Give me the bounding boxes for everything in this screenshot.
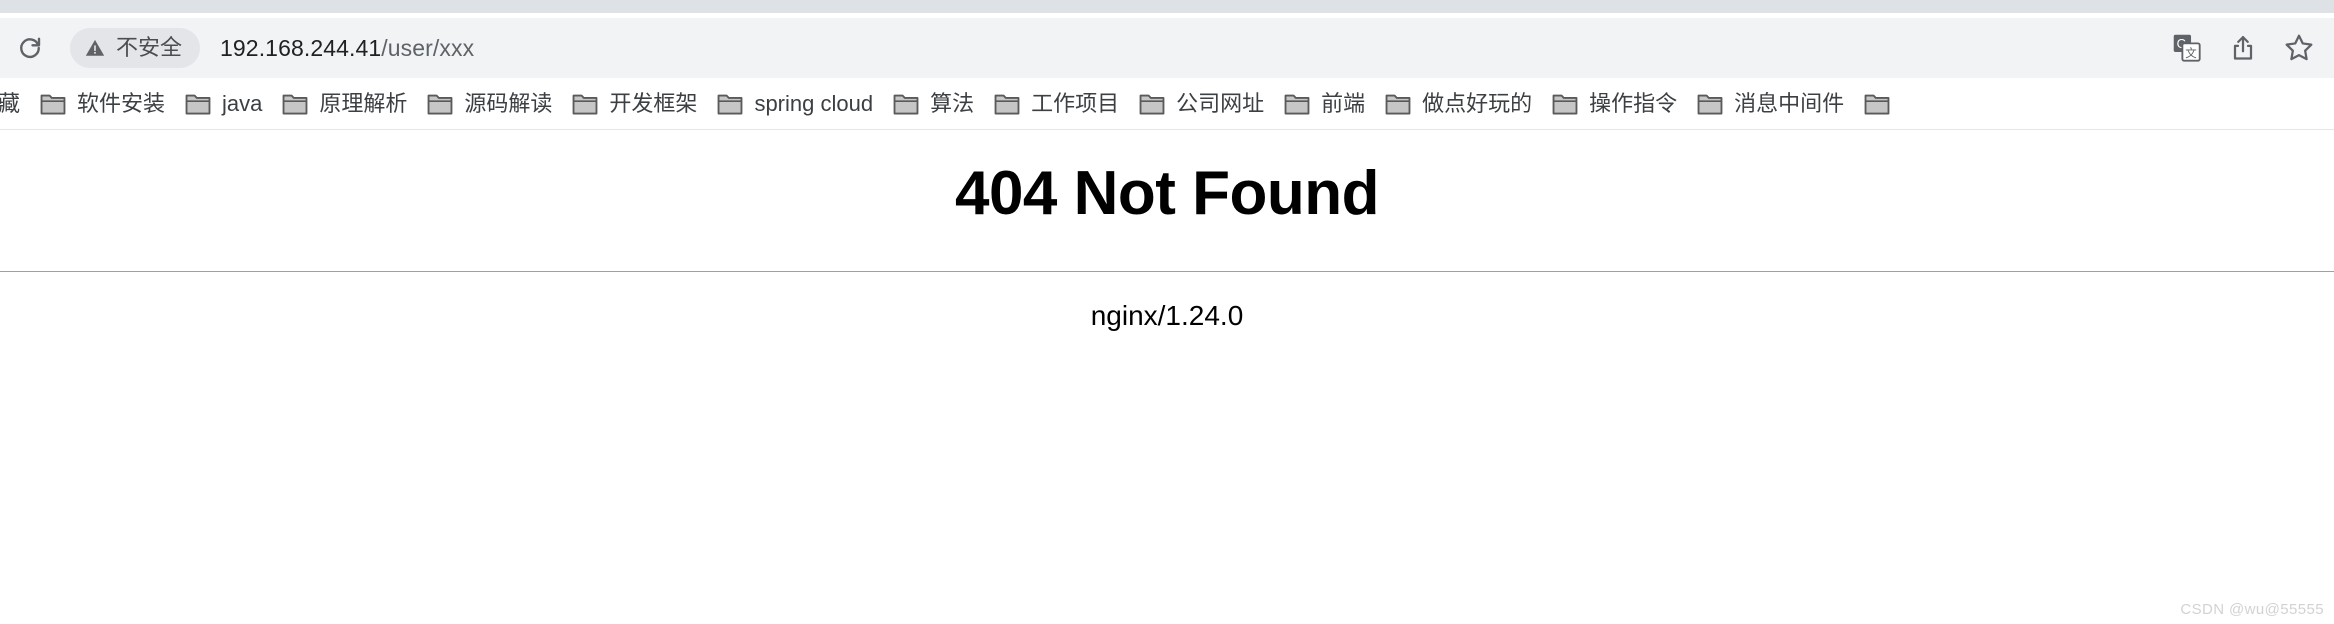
warning-triangle-icon bbox=[84, 37, 106, 59]
folder-icon bbox=[994, 94, 1020, 114]
url-host: 192.168.244.41 bbox=[220, 34, 382, 61]
bookmark-folder-item[interactable]: 源码解读 bbox=[417, 84, 562, 124]
folder-icon bbox=[1552, 94, 1578, 114]
page-title: 404 Not Found bbox=[954, 159, 1380, 228]
page-content: 404 Not Found nginx/1.24.0 CSDN @wu@5555… bbox=[0, 130, 2334, 624]
bookmark-star-icon bbox=[2283, 32, 2315, 64]
bookmark-label: 做点好玩的 bbox=[1422, 90, 1533, 116]
bookmarks-bar: 藏 软件安装 java 原理解析 源码解读 开发框架 spring cloud 算法 工作项目 公… bbox=[0, 78, 2334, 130]
bookmark-label: 软件安装 bbox=[77, 90, 166, 116]
bookmark-folder-item[interactable]: 操作指令 bbox=[1542, 84, 1687, 124]
svg-text:文: 文 bbox=[2185, 46, 2197, 60]
bookmark-folder-item[interactable]: 软件安装 bbox=[30, 84, 175, 124]
share-icon bbox=[2228, 33, 2258, 63]
bookmark-label: 算法 bbox=[930, 90, 975, 116]
browser-toolbar: 不安全 192.168.244.41/user/xxx G 文 bbox=[0, 18, 2334, 78]
folder-icon bbox=[573, 94, 598, 114]
url-display[interactable]: 192.168.244.41/user/xxx bbox=[220, 35, 474, 62]
bookmark-label: spring cloud bbox=[754, 90, 874, 116]
bookmark-folder-item[interactable]: spring cloud bbox=[707, 84, 883, 124]
url-path: /user/xxx bbox=[381, 34, 475, 61]
bookmark-folder-item[interactable]: 藏 bbox=[0, 84, 30, 124]
folder-icon bbox=[718, 94, 743, 114]
bookmark-label: 源码解读 bbox=[464, 90, 553, 116]
server-signature: nginx/1.24.0 bbox=[1090, 300, 1244, 331]
translate-button[interactable]: G 文 bbox=[2168, 29, 2206, 67]
folder-icon bbox=[428, 94, 453, 114]
bookmark-folder-item[interactable]: 做点好玩的 bbox=[1375, 84, 1542, 124]
folder-icon bbox=[1139, 94, 1165, 114]
bookmark-folder-item[interactable]: 前端 bbox=[1274, 84, 1375, 124]
security-status-label: 不安全 bbox=[116, 35, 183, 60]
bookmark-folder-item[interactable]: 开发框架 bbox=[562, 84, 707, 124]
folder-icon bbox=[282, 94, 308, 114]
reload-icon bbox=[15, 33, 45, 63]
bookmark-label: 开发框架 bbox=[609, 90, 698, 116]
bookmark-label: 公司网址 bbox=[1176, 90, 1265, 116]
translate-icon: G 文 bbox=[2172, 33, 2202, 63]
reload-button[interactable] bbox=[2, 24, 58, 72]
folder-icon bbox=[893, 94, 919, 114]
bookmark-label: java bbox=[222, 90, 263, 116]
bookmark-folder-item[interactable]: 消息中间件 bbox=[1687, 84, 1854, 124]
bookmark-folder-item[interactable]: java bbox=[175, 84, 272, 124]
folder-icon bbox=[1864, 94, 1890, 114]
bookmark-folder-item[interactable]: 原理解析 bbox=[272, 84, 417, 124]
bookmark-label: 前端 bbox=[1321, 90, 1366, 116]
folder-icon bbox=[40, 94, 66, 114]
bookmark-label: 工作项目 bbox=[1031, 90, 1120, 116]
folder-icon bbox=[1284, 94, 1310, 114]
bookmark-folder-item[interactable]: 公司网址 bbox=[1129, 84, 1274, 124]
bookmark-folder-item[interactable]: 工作项目 bbox=[984, 84, 1129, 124]
share-button[interactable] bbox=[2224, 29, 2262, 67]
folder-icon bbox=[1385, 94, 1411, 114]
bookmark-folder-item[interactable] bbox=[1854, 84, 1911, 124]
folder-icon bbox=[1697, 94, 1723, 114]
watermark: CSDN @wu@55555 bbox=[2180, 601, 2324, 618]
tab-strip bbox=[0, 0, 2334, 13]
bookmark-folder-item[interactable]: 算法 bbox=[883, 84, 984, 124]
folder-icon bbox=[185, 94, 211, 114]
address-bar[interactable]: 不安全 192.168.244.41/user/xxx bbox=[58, 24, 2152, 72]
bookmark-label: 操作指令 bbox=[1589, 90, 1678, 116]
toolbar-actions: G 文 bbox=[2168, 29, 2318, 67]
bookmark-label: 原理解析 bbox=[319, 90, 408, 116]
browser-window: 不安全 192.168.244.41/user/xxx G 文 藏 软件安装 j… bbox=[0, 0, 2334, 624]
security-status-chip[interactable]: 不安全 bbox=[70, 28, 201, 68]
bookmark-label: 消息中间件 bbox=[1734, 90, 1845, 116]
bookmark-label: 藏 bbox=[0, 90, 21, 116]
bookmark-star-button[interactable] bbox=[2280, 29, 2318, 67]
